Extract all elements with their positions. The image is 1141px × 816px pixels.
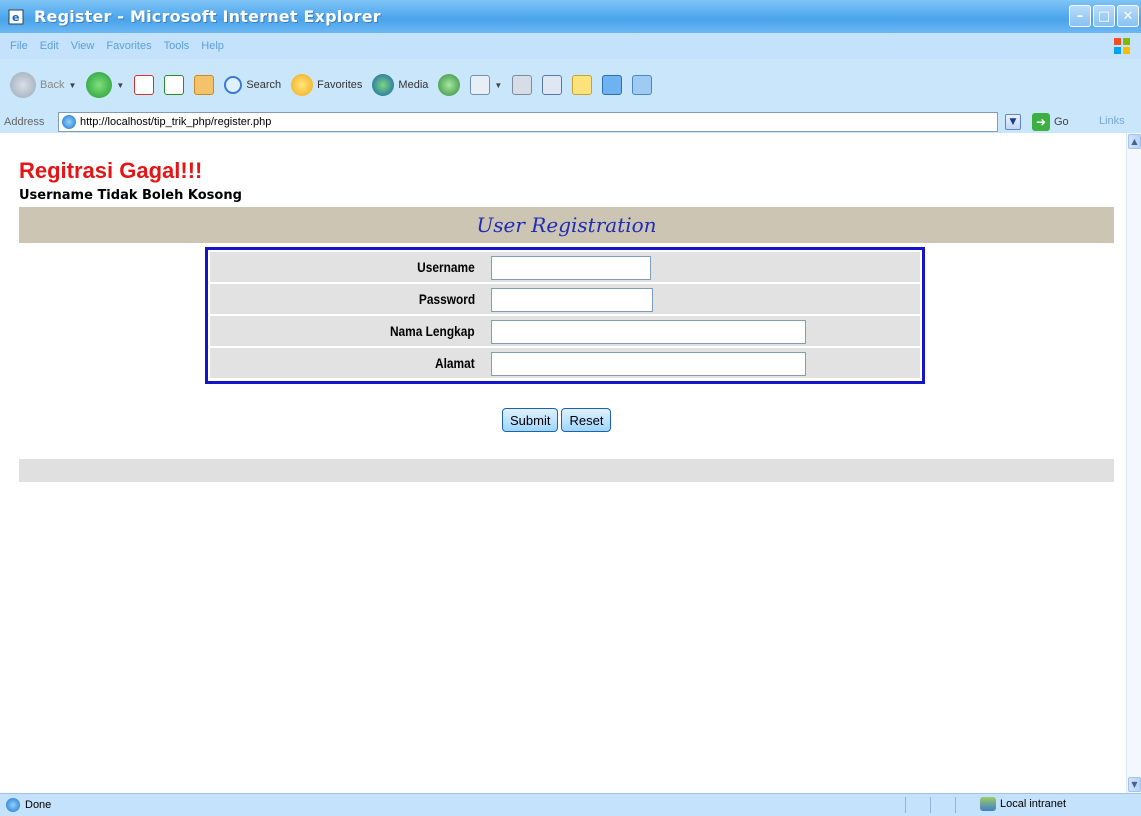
intranet-icon	[980, 797, 996, 811]
messenger-button[interactable]	[602, 75, 623, 95]
fullname-input[interactable]	[491, 320, 806, 344]
search-button[interactable]: Search	[224, 76, 281, 94]
refresh-button[interactable]	[164, 75, 185, 95]
forward-button[interactable]: ▼	[86, 72, 124, 98]
address-bar: Address ▼ ➜ Go Links	[0, 111, 1141, 133]
submit-button[interactable]: Submit	[502, 408, 559, 432]
url-input[interactable]	[80, 116, 960, 128]
status-text: Done	[25, 799, 52, 811]
scroll-down-icon[interactable]: ▼	[1128, 777, 1141, 792]
password-input[interactable]	[491, 288, 653, 312]
toolbar: Back ▼ ▼ Search Favorites Media ▼	[0, 59, 1141, 111]
home-button[interactable]	[194, 75, 215, 95]
print-button[interactable]	[512, 75, 533, 95]
menu-file[interactable]: File	[10, 40, 28, 52]
note-icon	[572, 75, 593, 95]
scroll-up-icon[interactable]: ▲	[1128, 134, 1141, 149]
address-label: Address	[4, 116, 45, 128]
security-zone: Local intranet	[980, 797, 1066, 811]
menu-tools[interactable]: Tools	[164, 40, 190, 52]
registration-form: Username Password Nama Lengkap Alamat	[205, 247, 925, 384]
media-icon	[372, 74, 395, 96]
favorites-button[interactable]: Favorites	[291, 74, 362, 96]
print-icon	[512, 75, 533, 95]
links-button[interactable]: Links	[1099, 115, 1125, 127]
menu-bar: File Edit View Favorites Tools Help	[0, 33, 1141, 59]
error-message: Username Tidak Boleh Kosong	[19, 188, 242, 203]
home-icon	[194, 75, 215, 95]
history-icon	[438, 74, 461, 96]
page-content: Regitrasi Gagal!!! Username Tidak Boleh …	[0, 133, 1126, 793]
chevron-down-icon: ▼	[68, 80, 77, 90]
mail-icon	[470, 75, 491, 95]
menu-favorites[interactable]: Favorites	[106, 40, 151, 52]
title-bar: e Register - Microsoft Internet Explorer…	[0, 0, 1141, 33]
status-separator	[905, 797, 906, 813]
media-button[interactable]: Media	[372, 74, 428, 96]
footer-bar	[19, 459, 1114, 482]
discuss-button[interactable]	[572, 75, 593, 95]
address-input[interactable]	[491, 352, 806, 376]
menu-help[interactable]: Help	[201, 40, 224, 52]
zone-label: Local intranet	[1000, 798, 1067, 810]
back-label: Back	[40, 79, 65, 91]
menu-edit[interactable]: Edit	[40, 40, 59, 52]
ie-page-icon	[6, 798, 20, 812]
butterfly-icon	[632, 75, 653, 95]
edit-button[interactable]	[542, 75, 563, 95]
back-button[interactable]: Back ▼	[10, 72, 76, 98]
fullname-label: Nama Lengkap	[390, 323, 475, 339]
address-field-label: Alamat	[435, 355, 475, 371]
status-separator	[955, 797, 956, 813]
username-label: Username	[417, 259, 475, 275]
menu-view[interactable]: View	[71, 40, 95, 52]
favorites-label: Favorites	[317, 79, 363, 91]
form-row-fullname: Nama Lengkap	[210, 316, 920, 346]
window-title: Register - Microsoft Internet Explorer	[34, 7, 381, 26]
form-row-password: Password	[210, 284, 920, 314]
edit-icon	[542, 75, 563, 95]
research-button[interactable]	[632, 75, 653, 95]
close-button[interactable]: ✕	[1117, 5, 1139, 27]
history-button[interactable]	[438, 74, 461, 96]
form-row-address: Alamat	[210, 348, 920, 378]
go-label: Go	[1054, 116, 1069, 128]
registration-header-text: User Registration	[476, 213, 657, 237]
form-row-username: Username	[210, 252, 920, 282]
back-arrow-icon	[10, 72, 36, 98]
chevron-down-icon: ▼	[116, 80, 125, 90]
ie-page-icon	[62, 115, 76, 129]
address-dropdown-button[interactable]: ▼	[1005, 114, 1021, 130]
mail-button[interactable]: ▼	[470, 75, 502, 95]
username-input[interactable]	[491, 256, 651, 280]
status-separator	[930, 797, 931, 813]
registration-header: User Registration	[19, 207, 1114, 243]
error-title: Regitrasi Gagal!!!	[19, 158, 203, 183]
stop-button[interactable]	[134, 75, 155, 95]
messenger-icon	[602, 75, 623, 95]
go-button[interactable]: ➜ Go	[1032, 113, 1069, 131]
svg-text:e: e	[12, 11, 19, 24]
star-icon	[291, 74, 314, 96]
reset-button[interactable]: Reset	[561, 408, 612, 432]
forward-arrow-icon	[86, 72, 113, 98]
windows-logo-icon	[1114, 38, 1130, 54]
address-field[interactable]	[58, 112, 998, 132]
chevron-down-icon: ▼	[494, 80, 503, 90]
media-label: Media	[398, 79, 429, 91]
maximize-button[interactable]: □	[1093, 5, 1115, 27]
search-icon	[224, 76, 243, 94]
status-bar: Done Local intranet	[0, 793, 1141, 816]
vertical-scrollbar[interactable]: ▲ ▼	[1126, 133, 1141, 793]
ie-page-icon: e	[8, 9, 24, 24]
search-label: Search	[246, 79, 282, 91]
go-arrow-icon: ➜	[1032, 113, 1050, 131]
password-label: Password	[418, 291, 475, 307]
refresh-icon	[164, 75, 185, 95]
form-buttons: Submit Reset	[502, 408, 612, 432]
minimize-button[interactable]: –	[1069, 5, 1091, 27]
stop-icon	[134, 75, 155, 95]
